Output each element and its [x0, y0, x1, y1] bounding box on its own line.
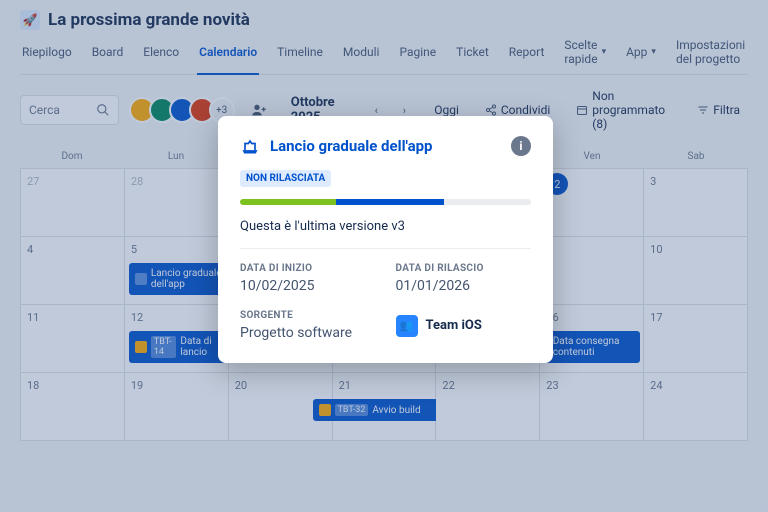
tab-report[interactable]: Report [507, 38, 547, 74]
chevron-down-icon: ▾ [602, 47, 607, 57]
popup-description: Questa è l'ultima versione v3 [240, 219, 531, 249]
tab-list[interactable]: Elenco [141, 38, 181, 74]
calendar-cell[interactable]: 3 [644, 169, 748, 237]
event-tbt14[interactable]: TBT-14 Data di lancio [129, 331, 229, 363]
filter-button[interactable]: Filtra [689, 99, 748, 121]
tab-pages[interactable]: Pagine [397, 38, 438, 74]
release-date-label: DATA DI RILASCIO [396, 263, 532, 274]
calendar-cell[interactable]: 23 [540, 373, 644, 441]
tab-summary[interactable]: Riepilogo [20, 38, 74, 74]
day-header: Dom [20, 151, 124, 162]
status-badge: NON RILASCIATA [240, 170, 331, 187]
search-placeholder: Cerca [29, 103, 60, 117]
calendar-cell[interactable]: 22 [436, 373, 540, 441]
calendar-cell[interactable]: 16 TBT-27 Data consegna contenuti [540, 305, 644, 373]
event-tbt32[interactable]: TBT-32 Avvio build [313, 399, 453, 421]
ticket-icon [319, 404, 331, 416]
calendar-cell[interactable]: 4 [21, 237, 125, 305]
ship-icon [240, 136, 260, 156]
tab-timeline[interactable]: Timeline [275, 38, 325, 74]
project-icon: 🚀 [20, 10, 40, 30]
page-title: La prossima grande novità [48, 10, 250, 30]
tab-apps[interactable]: App▾ [624, 38, 658, 74]
popup-title[interactable]: Lancio graduale dell'app [270, 137, 501, 155]
search-input[interactable]: Cerca [20, 95, 119, 125]
source-value: Progetto software [240, 325, 376, 341]
release-date-value: 01/01/2026 [396, 278, 532, 294]
calendar-cell[interactable]: 28 [125, 169, 229, 237]
info-icon[interactable]: i [511, 136, 531, 156]
unscheduled-button[interactable]: Non programmato (8) [568, 85, 679, 135]
calendar-cell[interactable]: 9 [540, 237, 644, 305]
day-header: Sab [644, 151, 748, 162]
calendar-cell[interactable]: 17 [644, 305, 748, 373]
day-header: Lun [124, 151, 228, 162]
calendar-cell[interactable]: 2 [540, 169, 644, 237]
tab-calendar[interactable]: Calendario [197, 38, 259, 75]
calendar-cell[interactable]: 18 [21, 373, 125, 441]
calendar-cell[interactable]: 12 TBT-14 Data di lancio [125, 305, 229, 373]
calendar-cell[interactable]: 27 [21, 169, 125, 237]
start-date-label: DATA DI INIZIO [240, 263, 376, 274]
tab-shortcuts[interactable]: Scelte rapide▾ [562, 38, 608, 74]
tab-forms[interactable]: Moduli [341, 38, 382, 74]
calendar-icon [576, 104, 588, 116]
ticket-icon [135, 341, 147, 353]
tab-bar: Riepilogo Board Elenco Calendario Timeli… [20, 38, 748, 75]
tab-tickets[interactable]: Ticket [454, 38, 491, 74]
calendar-cell[interactable]: 10 [644, 237, 748, 305]
team-icon: 👥 [396, 315, 418, 337]
start-date-value: 10/02/2025 [240, 278, 376, 294]
share-icon [485, 104, 497, 116]
progress-bar [240, 199, 531, 205]
calendar-cell[interactable]: 11 [21, 305, 125, 373]
calendar-cell[interactable]: 5 Lancio graduale dell'app [125, 237, 229, 305]
source-label: SORGENTE [240, 310, 376, 321]
team-link[interactable]: 👥 Team iOS [396, 310, 532, 341]
calendar-cell[interactable]: 24 [644, 373, 748, 441]
ship-icon [135, 273, 147, 285]
tab-board[interactable]: Board [90, 38, 126, 74]
chevron-down-icon: ▾ [651, 47, 656, 57]
tab-settings[interactable]: Impostazioni del progetto [674, 38, 748, 74]
calendar-cell[interactable]: 21 TBT-32 Avvio build [333, 373, 437, 441]
search-icon [96, 103, 110, 117]
release-popup: Lancio graduale dell'app i NON RILASCIAT… [218, 116, 553, 363]
filter-icon [697, 104, 709, 116]
day-header: Ven [540, 151, 644, 162]
calendar-cell[interactable]: 19 [125, 373, 229, 441]
